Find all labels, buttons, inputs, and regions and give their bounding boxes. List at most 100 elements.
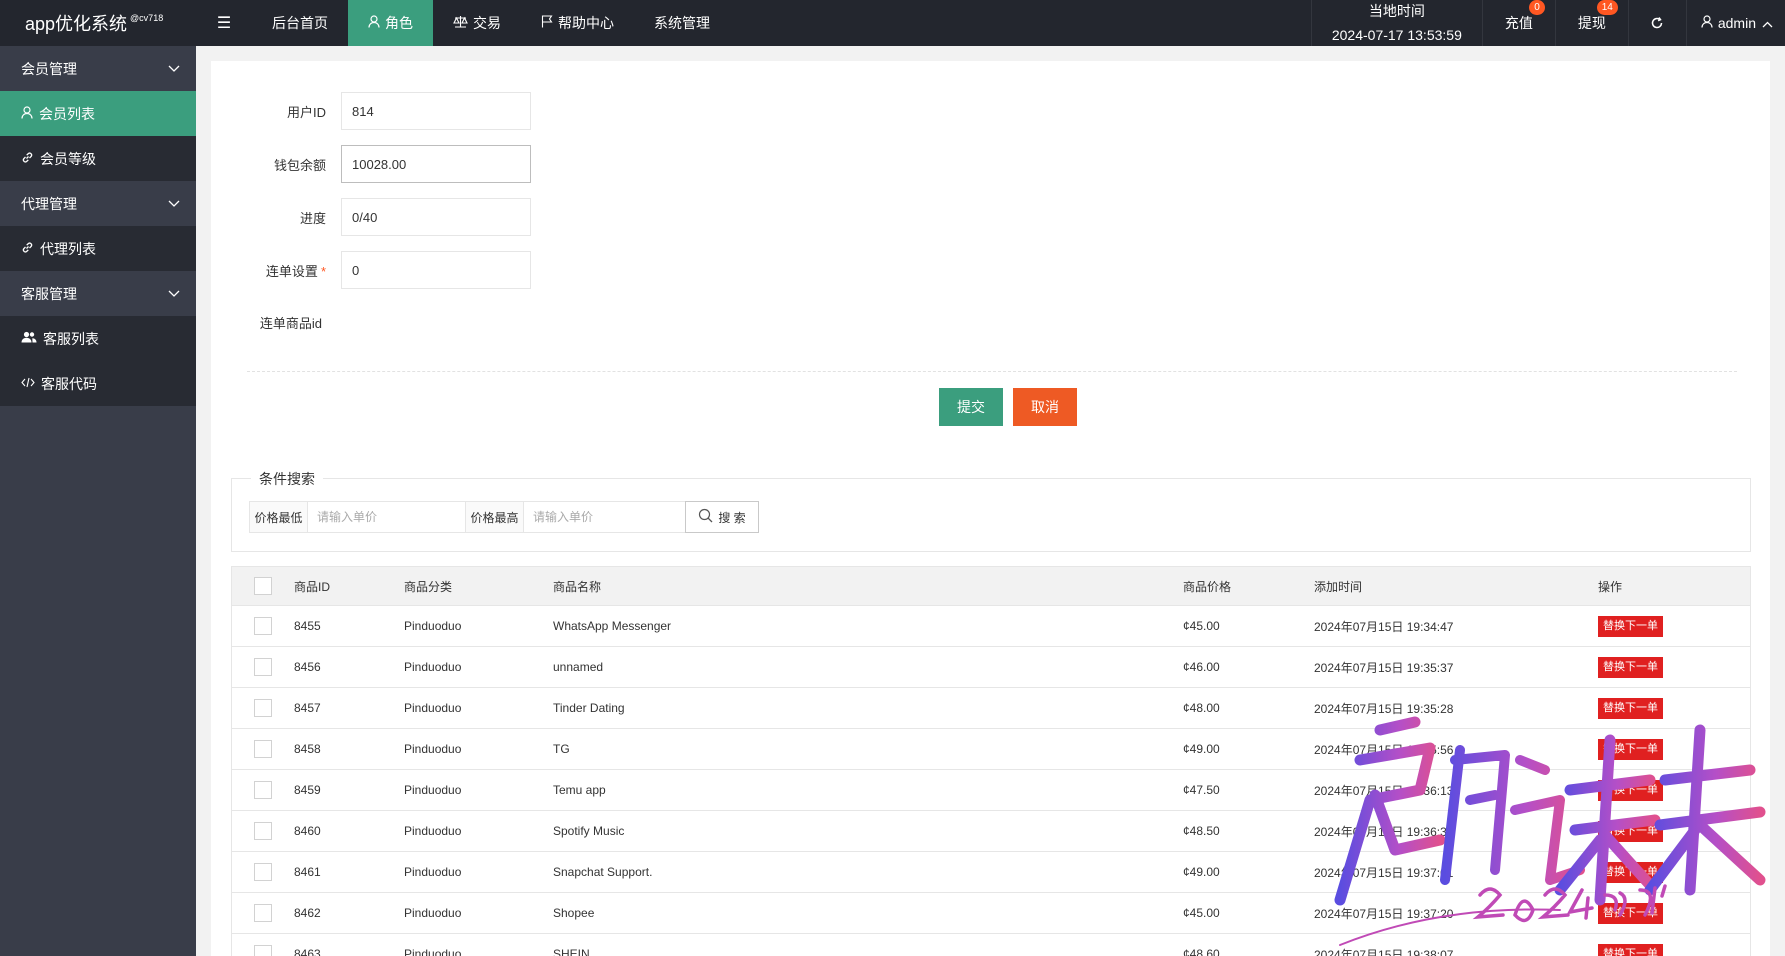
combo-label-text: 连单设置 <box>265 263 318 279</box>
nav-help[interactable]: 帮助中心 <box>521 0 634 46</box>
cell-action: 替换下一单 <box>1598 779 1738 801</box>
cell-price: ¢49.00 <box>1183 742 1220 756</box>
header-time[interactable]: 添加时间 <box>1314 578 1598 595</box>
cell-id: 8460 <box>294 824 321 838</box>
sidebar-item-service-list[interactable]: 客服列表 <box>0 316 196 361</box>
form-row-user-id: 用户ID <box>231 92 531 130</box>
header-check-cell <box>232 577 294 595</box>
table-row: 8461 Pinduoduo Snapchat Support. ¢49.00 2024… <box>232 852 1750 893</box>
nav-home[interactable]: 后台首页 <box>252 0 348 46</box>
sidebar-group-member[interactable]: 会员管理 <box>0 46 196 91</box>
cell-category: Pinduoduo <box>404 824 462 838</box>
row-checkbox[interactable] <box>254 781 272 799</box>
sidebar-group-agent[interactable]: 代理管理 <box>0 181 196 226</box>
sidebar-item-member-level[interactable]: 会员等级 <box>0 136 196 181</box>
combo-goods-label: 连单商品id <box>259 316 322 331</box>
menu-fold-icon[interactable]: ☰ <box>196 0 252 46</box>
header-category[interactable]: 商品分类 <box>404 578 553 595</box>
sidebar-item-label: 会员等级 <box>40 150 96 167</box>
cell-time: 2024年07月15日 19:34:47 <box>1314 619 1454 634</box>
search-button[interactable]: 搜 索 <box>685 501 759 533</box>
row-checkbox[interactable] <box>254 740 272 758</box>
row-checkbox[interactable] <box>254 945 272 956</box>
user-id-field[interactable] <box>341 92 531 130</box>
submit-button[interactable]: 提交 <box>939 388 1003 426</box>
row-check-cell <box>232 945 294 956</box>
min-price-input[interactable] <box>308 502 476 532</box>
sidebar-item-agent-list[interactable]: 代理列表 <box>0 226 196 271</box>
header-price[interactable]: 商品价格 <box>1183 578 1314 595</box>
sidebar-item-member-list[interactable]: 会员列表 <box>0 91 196 136</box>
cell-price: ¢47.50 <box>1183 783 1220 797</box>
table-body: 8455 Pinduoduo WhatsApp Messenger ¢45.00 202… <box>232 606 1750 956</box>
admin-menu[interactable]: admin <box>1687 0 1785 46</box>
replace-next-button[interactable]: 替换下一单 <box>1598 697 1663 719</box>
table-row: 8463 Pinduoduo SHEIN ¢48.60 2024年07月15日 19:3… <box>232 934 1750 956</box>
refresh-icon[interactable] <box>1629 0 1687 46</box>
balance-field[interactable] <box>341 145 531 183</box>
max-price-input[interactable] <box>524 502 692 532</box>
withdraw-button[interactable]: 提现 14 <box>1556 0 1629 46</box>
replace-next-button[interactable]: 替换下一单 <box>1598 738 1663 760</box>
nav-role-label: 角色 <box>385 15 413 31</box>
cancel-button[interactable]: 取消 <box>1013 388 1077 426</box>
scale-icon <box>453 15 468 31</box>
cell-id: 8461 <box>294 865 321 879</box>
combo-field[interactable] <box>341 251 531 289</box>
cell-price: ¢46.00 <box>1183 660 1220 674</box>
cell-category: Pinduoduo <box>404 783 462 797</box>
row-checkbox[interactable] <box>254 904 272 922</box>
nav-role[interactable]: 角色 <box>348 0 433 46</box>
table-row: 8456 Pinduoduo unnamed ¢46.00 2024年07月15日 19… <box>232 647 1750 688</box>
sidebar-item-service-code[interactable]: 客服代码 <box>0 361 196 406</box>
row-checkbox[interactable] <box>254 863 272 881</box>
cell-time: 2024年07月15日 19:37:01 <box>1314 865 1454 880</box>
row-checkbox[interactable] <box>254 617 272 635</box>
min-price-group: 价格最低 <box>249 501 477 533</box>
nav-system[interactable]: 系统管理 <box>634 0 730 46</box>
progress-label: 进度 <box>299 210 326 226</box>
row-checkbox[interactable] <box>254 658 272 676</box>
cell-name: unnamed <box>553 660 604 674</box>
row-checkbox[interactable] <box>254 699 272 717</box>
cell-id: 8456 <box>294 660 321 674</box>
code-icon <box>21 377 35 391</box>
row-checkbox[interactable] <box>254 822 272 840</box>
row-check-cell <box>232 781 294 799</box>
form-row-progress: 进度 <box>231 198 531 236</box>
cell-price: ¢48.50 <box>1183 824 1220 838</box>
cell-id: 8457 <box>294 701 321 715</box>
replace-next-button[interactable]: 替换下一单 <box>1598 615 1663 637</box>
app-subtitle: @cv718 <box>130 13 164 23</box>
top-bar: app优化系统 @cv718 ☰ 后台首页 角色 交易 帮助中心 系统管理 当地… <box>0 0 1785 46</box>
replace-next-button[interactable]: 替换下一单 <box>1598 861 1663 883</box>
sidebar-group-service[interactable]: 客服管理 <box>0 271 196 316</box>
cell-name: Snapchat Support. <box>553 865 653 879</box>
replace-next-button[interactable]: 替换下一单 <box>1598 779 1663 801</box>
cell-time: 2024年07月15日 19:35:37 <box>1314 660 1454 675</box>
row-check-cell <box>232 904 294 922</box>
search-icon <box>698 508 713 526</box>
cell-action: 替换下一单 <box>1598 902 1738 924</box>
header-name[interactable]: 商品名称 <box>553 578 1183 595</box>
goods-table: 商品ID 商品分类 商品名称 商品价格 添加时间 操作 8455 Pinduodu… <box>231 566 1751 956</box>
replace-next-button[interactable]: 替换下一单 <box>1598 902 1663 924</box>
header-id[interactable]: 商品ID <box>294 578 404 595</box>
nav-system-label: 系统管理 <box>654 15 710 31</box>
select-all-checkbox[interactable] <box>254 577 272 595</box>
nav-trade[interactable]: 交易 <box>433 0 521 46</box>
replace-next-button[interactable]: 替换下一单 <box>1598 943 1663 956</box>
replace-next-button[interactable]: 替换下一单 <box>1598 820 1663 842</box>
form-row-balance: 钱包余额 <box>231 145 531 183</box>
cell-category: Pinduoduo <box>404 619 462 633</box>
local-clock: 当地时间 2024-07-17 13:53:59 <box>1310 0 1483 46</box>
cell-action: 替换下一单 <box>1598 697 1738 719</box>
min-price-label: 价格最低 <box>250 502 308 532</box>
app-logo[interactable]: app优化系统 @cv718 <box>0 0 196 46</box>
user-id-label: 用户ID <box>286 104 326 120</box>
admin-label: admin <box>1717 15 1756 31</box>
progress-field[interactable] <box>341 198 531 236</box>
recharge-button[interactable]: 充值 0 <box>1483 0 1556 46</box>
cell-action: 替换下一单 <box>1598 656 1738 678</box>
replace-next-button[interactable]: 替换下一单 <box>1598 656 1663 678</box>
